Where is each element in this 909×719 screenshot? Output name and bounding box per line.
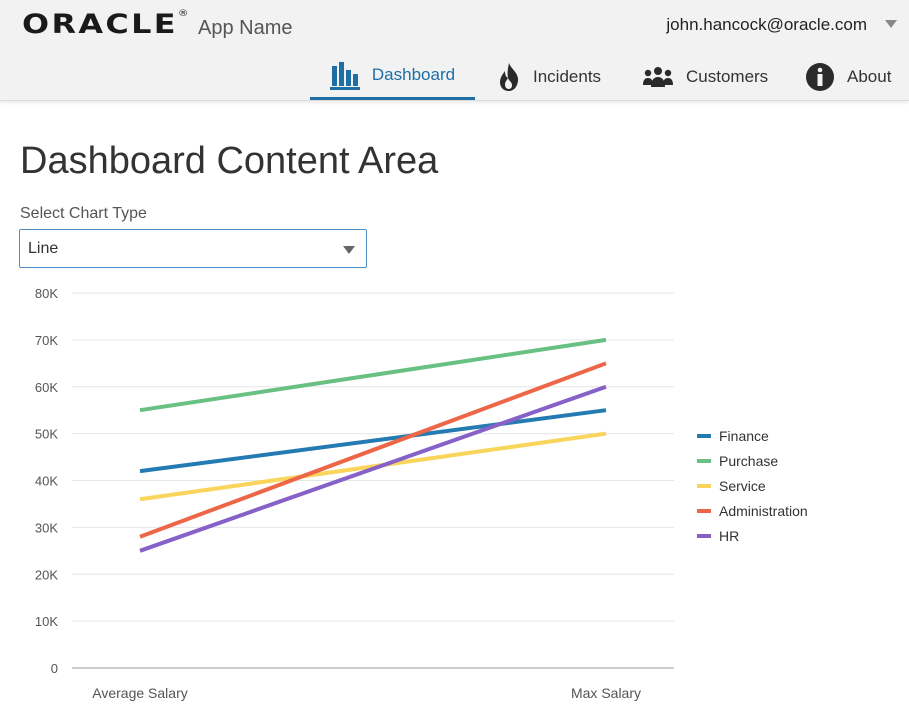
legend-swatch (697, 483, 711, 488)
chart-type-value: Line (28, 240, 59, 257)
legend-label: HR (719, 527, 740, 544)
logo-text: ORACLE (22, 9, 178, 40)
legend-item-administration[interactable]: Administration (697, 498, 808, 523)
y-tick-label: 50K (35, 427, 58, 442)
x-tick-label: Max Salary (571, 685, 641, 701)
legend-item-purchase[interactable]: Purchase (697, 448, 808, 473)
people-icon (643, 66, 673, 87)
legend-item-hr[interactable]: HR (697, 523, 808, 548)
nav-customers-label: Customers (686, 66, 769, 86)
logo-registered-mark: ® (177, 9, 189, 19)
series-line-administration[interactable] (139, 361, 607, 539)
chart-type-select[interactable]: Line (19, 229, 367, 268)
y-tick-label: 60K (35, 380, 58, 395)
series-line-finance[interactable] (139, 408, 607, 474)
user-menu-caret-icon[interactable] (885, 20, 897, 28)
app-header: ORACLE® App Name john.hancock@oracle.com… (0, 0, 909, 101)
y-tick-label: 40K (35, 474, 58, 489)
legend-swatch (697, 433, 711, 438)
legend-swatch (697, 458, 711, 463)
chart-type-label: Select Chart Type (20, 205, 147, 222)
info-icon (806, 62, 834, 91)
legend-swatch (697, 533, 711, 538)
y-tick-label: 0 (51, 661, 58, 676)
y-tick-label: 30K (35, 520, 58, 535)
chevron-down-icon (343, 246, 355, 254)
nav-dashboard-label: Dashboard (371, 65, 456, 84)
fire-icon (500, 62, 519, 91)
legend-label: Purchase (719, 452, 779, 469)
legend-label: Service (719, 477, 766, 494)
legend-item-finance[interactable]: Finance (697, 423, 808, 448)
bar-chart-icon (329, 62, 360, 90)
oracle-logo[interactable]: ORACLE® (22, 9, 189, 40)
legend-item-service[interactable]: Service (697, 473, 808, 498)
series-line-service[interactable] (139, 431, 607, 502)
y-tick-label: 10K (35, 614, 58, 629)
x-tick-label: Average Salary (92, 685, 187, 701)
y-tick-label: 20K (35, 567, 58, 582)
legend-swatch (697, 508, 711, 513)
nav-about[interactable]: About (805, 53, 891, 100)
user-menu[interactable]: john.hancock@oracle.com (666, 15, 867, 35)
nav-customers[interactable]: Customers (642, 53, 768, 100)
legend-label: Administration (719, 502, 808, 519)
app-name: App Name (198, 17, 293, 39)
chart-legend: Finance Purchase Service Administration HR (697, 423, 808, 548)
y-tick-label: 70K (35, 333, 58, 348)
nav-incidents[interactable]: Incidents (497, 53, 601, 100)
series-line-purchase[interactable] (139, 337, 607, 413)
nav-about-label: About (847, 66, 892, 86)
nav-dashboard[interactable]: Dashboard (310, 53, 475, 100)
nav-incidents-label: Incidents (533, 66, 602, 86)
y-tick-label: 80K (35, 286, 58, 301)
series-line-hr[interactable] (139, 384, 607, 553)
page-title: Dashboard Content Area (20, 140, 439, 182)
legend-label: Finance (719, 427, 769, 444)
